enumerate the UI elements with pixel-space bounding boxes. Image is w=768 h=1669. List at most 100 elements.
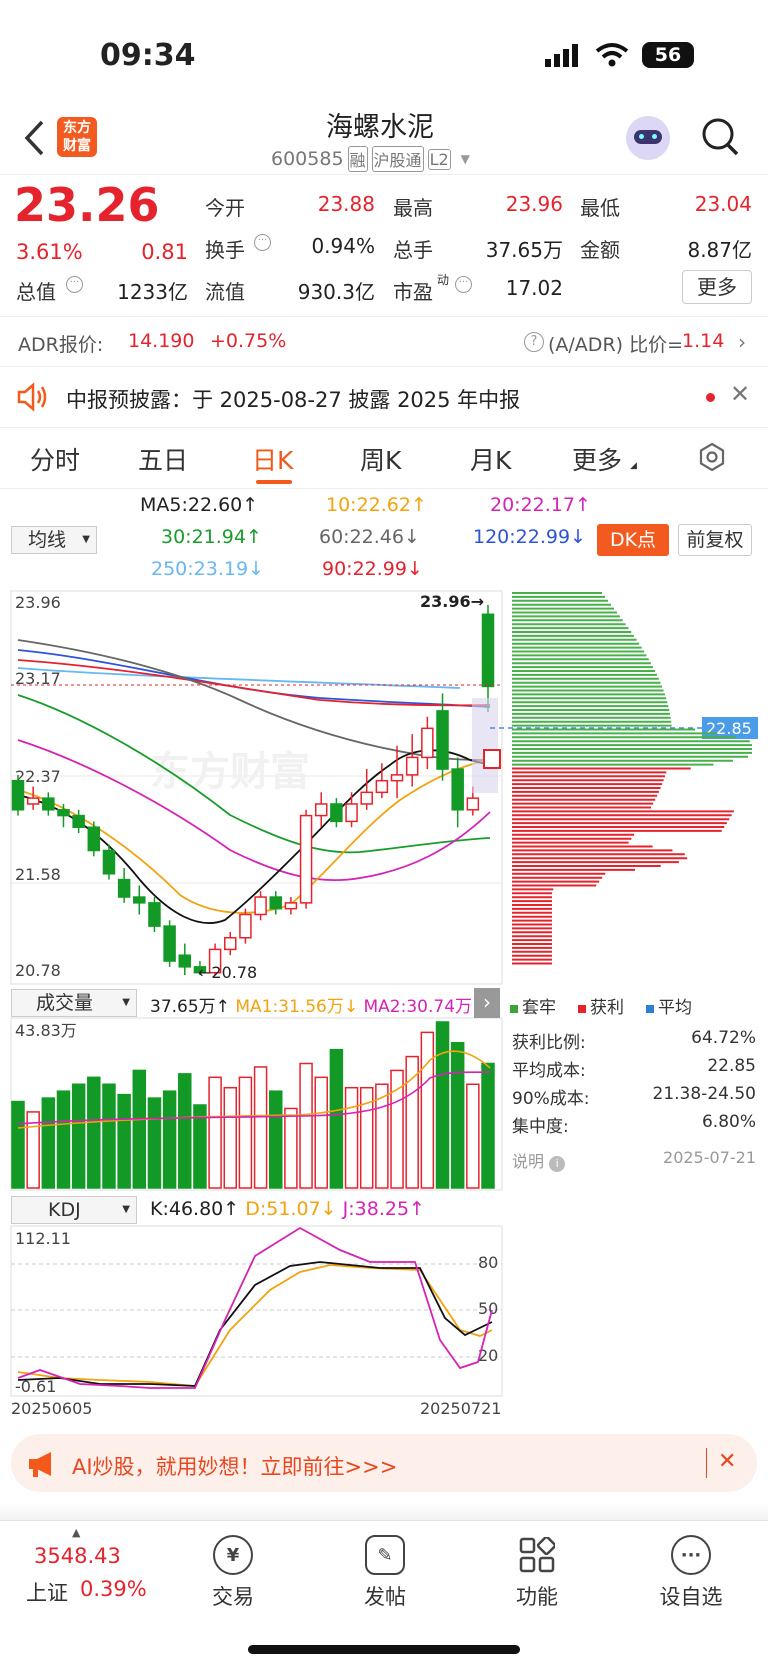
ma-line-90 [17, 659, 491, 707]
active-tab-indicator [256, 480, 292, 484]
dropdown-icon[interactable]: ▼ [461, 152, 470, 166]
adr-ratio: 1.14 [682, 330, 725, 352]
candle [87, 826, 101, 852]
volume-bar [435, 1021, 450, 1189]
market-cap-info-icon[interactable]: ··· [66, 276, 83, 293]
market-cap-label: 总值 [16, 280, 56, 304]
volume-bar [71, 1083, 86, 1189]
candle [314, 803, 328, 817]
candle [345, 803, 358, 823]
ma-selector[interactable]: 均线 ▼ [11, 526, 97, 554]
price-axis-label: 20.78 [15, 961, 61, 980]
adr-change: +0.75% [210, 330, 287, 352]
volume-bar [450, 1042, 465, 1189]
candle [405, 756, 419, 776]
volume-bar [253, 1066, 268, 1189]
assistant-avatar[interactable] [626, 116, 670, 160]
volume-bar [420, 1031, 435, 1189]
chip-note[interactable]: 说明 i [512, 1148, 566, 1172]
candle [148, 902, 161, 927]
tab-daily-k[interactable]: 日K [252, 441, 293, 477]
kdj-selector[interactable]: KDJ ▼ [11, 1196, 137, 1224]
volume-bar [344, 1086, 359, 1189]
nav-post[interactable]: ✎ 发帖 [330, 1535, 440, 1611]
amount-label: 金额 [580, 238, 620, 262]
tag-l2: L2 [427, 148, 451, 170]
index-name[interactable]: 上证 [26, 1577, 68, 1607]
turnover-info-icon[interactable]: ··· [254, 234, 271, 251]
megaphone-icon [27, 1450, 59, 1478]
change-amount: 0.81 [141, 240, 188, 264]
volume-bar [87, 1076, 101, 1189]
volume-bar [178, 1073, 192, 1189]
candle [11, 779, 25, 811]
volume-bar [208, 1076, 222, 1189]
volume-bar [56, 1090, 71, 1189]
index-value[interactable]: 3548.43 [34, 1544, 121, 1568]
adjust-button[interactable]: 前复权 [678, 524, 752, 556]
legend-trapped: 套牢 [510, 993, 556, 1018]
back-icon[interactable] [22, 118, 46, 158]
tab-intraday[interactable]: 分时 [30, 441, 80, 477]
notice-close-icon[interactable]: ✕ [730, 380, 750, 408]
tab-monthly-k[interactable]: 月K [470, 441, 511, 477]
adr-ratio-label: (A/ADR) 比价= [548, 334, 684, 356]
candle [224, 937, 237, 951]
index-up-triangle-icon: ▲ [72, 1526, 81, 1539]
amount-value: 8.87亿 [687, 238, 752, 262]
search-icon[interactable] [700, 116, 740, 158]
tab-five-day[interactable]: 五日 [138, 441, 188, 477]
kdj-values: K:46.80↑ D:51.07↓ J:38.25↑ [150, 1198, 425, 1220]
volume-bar [11, 1100, 25, 1189]
candle [284, 902, 298, 910]
more-button[interactable]: 更多 [682, 270, 752, 304]
adr-price: 14.190 [128, 330, 195, 352]
date-start: 20250605 [11, 1399, 92, 1415]
index-change[interactable]: 0.39% [80, 1577, 147, 1601]
candle [390, 774, 404, 782]
ma-legend-120: 120:22.99↓ [473, 526, 586, 548]
volume-bar [299, 1062, 313, 1189]
adr-help-icon[interactable]: ? [524, 332, 544, 352]
battery-level: 56 [654, 44, 682, 66]
volume-bar [102, 1083, 116, 1189]
tab-weekly-k[interactable]: 周K [360, 441, 401, 477]
candle [299, 814, 313, 904]
candle [330, 803, 343, 823]
volume-label: 总手 [393, 238, 433, 262]
volume-bar [481, 1062, 495, 1189]
volume-bar [329, 1048, 344, 1189]
candle [26, 797, 40, 805]
ad-close-icon[interactable]: ✕ [718, 1449, 736, 1474]
trade-icon: ¥ [213, 1535, 253, 1575]
volume-indicator-values: 37.65万↑ MA1:31.56万↓ MA2:30.74万 [150, 997, 473, 1017]
stock-code-line: 600585 融 沪股通 L2 ▼ [271, 146, 470, 172]
volume-selector[interactable]: 成交量 ▼ [11, 989, 137, 1017]
volume-bar [466, 1083, 480, 1189]
watermark: 东方财富 [150, 749, 310, 795]
adr-chevron-icon[interactable]: › [738, 330, 746, 354]
indicator-expand-icon[interactable]: › [474, 988, 500, 1018]
low-marker: ←20.78 [198, 963, 257, 982]
notice-dot [706, 393, 715, 402]
wifi-icon [595, 42, 629, 68]
nav-trade[interactable]: ¥ 交易 [178, 1535, 288, 1611]
kdj-axis-max: 112.11 [15, 1229, 71, 1248]
candle [421, 727, 434, 759]
candle [451, 768, 464, 811]
dk-point-button[interactable]: DK点 [597, 524, 669, 556]
adr-label: ADR报价: [18, 334, 104, 356]
settings-icon[interactable] [697, 442, 727, 472]
nav-post-label: 发帖 [364, 1585, 406, 1609]
nav-functions[interactable]: 功能 [482, 1535, 592, 1611]
low-label: 最低 [580, 196, 620, 220]
volume-bar [284, 1107, 298, 1189]
price-axis-label: 23.96 [15, 593, 61, 612]
ad-text[interactable]: AI炒股，就用妙想！立即前往>>> [72, 1451, 397, 1481]
notice-text[interactable]: 中报预披露：于 2025-08-27 披露 2025 年中报 [66, 384, 520, 414]
candle [466, 797, 480, 811]
chip-stats: 获利比例: 64.72% 平均成本: 22.85 90%成本: 21.38-24.50… [512, 1028, 756, 1137]
kdj-j-line [17, 1226, 493, 1389]
nav-watchlist[interactable]: ··· 设自选 [636, 1535, 746, 1611]
tab-more[interactable]: 更多 [572, 441, 622, 477]
